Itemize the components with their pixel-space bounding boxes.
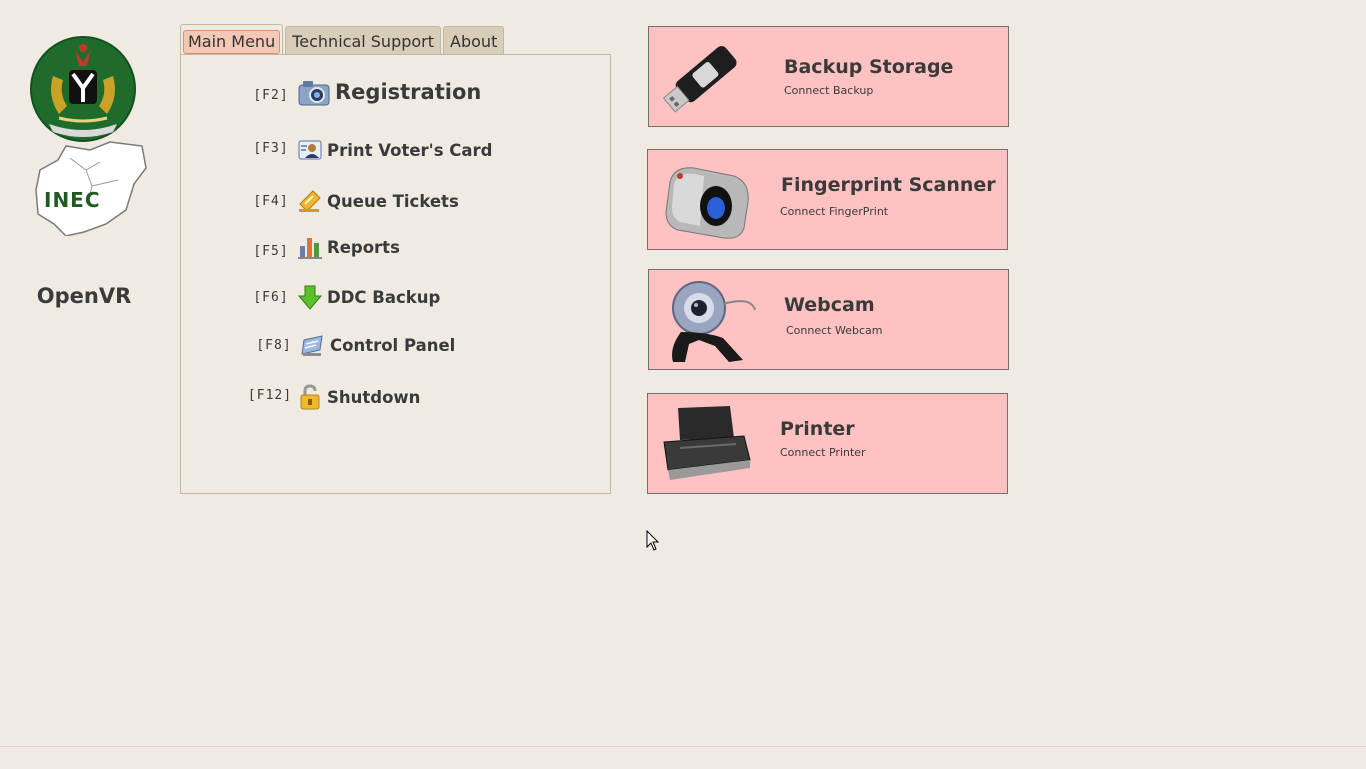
camera-icon bbox=[297, 77, 331, 107]
menu-item-registration[interactable]: [F2] Registration bbox=[249, 77, 481, 107]
app-name: OpenVR bbox=[36, 284, 132, 308]
card-subtitle: Connect FingerPrint bbox=[780, 205, 889, 218]
status-bar bbox=[0, 746, 1366, 769]
menu-item-control-panel[interactable]: [F8] Control Panel bbox=[252, 332, 455, 358]
tab-bar: Main Menu Technical Support About bbox=[180, 24, 505, 55]
backup-storage-card[interactable]: Backup Storage Connect Backup bbox=[648, 26, 1009, 127]
shortcut-key: [F3] bbox=[253, 140, 289, 156]
webcam-icon bbox=[672, 281, 756, 362]
id-card-icon bbox=[297, 137, 323, 163]
download-arrow-icon bbox=[297, 284, 323, 310]
usb-drive-icon bbox=[662, 46, 737, 113]
menu-label: Print Voter's Card bbox=[327, 140, 493, 160]
shortcut-key: [F4] bbox=[253, 193, 289, 209]
card-subtitle: Connect Webcam bbox=[786, 324, 883, 337]
card-title: Fingerprint Scanner bbox=[781, 174, 996, 196]
menu-label: DDC Backup bbox=[327, 287, 441, 307]
ticket-icon bbox=[297, 188, 323, 214]
tab-about[interactable]: About bbox=[443, 26, 505, 55]
webcam-card[interactable]: Webcam Connect Webcam bbox=[648, 269, 1009, 370]
tab-label: Technical Support bbox=[292, 32, 435, 51]
card-title: Printer bbox=[780, 418, 855, 440]
bar-chart-icon bbox=[297, 234, 323, 260]
padlock-icon bbox=[297, 384, 323, 410]
inec-logo-text: INEC bbox=[44, 188, 101, 212]
inec-map-logo: INEC bbox=[30, 140, 148, 236]
shortcut-key: [F2] bbox=[253, 87, 289, 103]
shortcut-key: [F12] bbox=[247, 387, 293, 403]
shortcut-key: [F8] bbox=[256, 337, 292, 353]
card-title: Backup Storage bbox=[784, 56, 954, 78]
fingerprint-scanner-card[interactable]: Fingerprint Scanner Connect FingerPrint bbox=[647, 149, 1008, 250]
menu-item-shutdown[interactable]: [F12] Shutdown bbox=[247, 384, 420, 410]
tab-main-menu[interactable]: Main Menu bbox=[180, 24, 284, 55]
menu-item-ddc-backup[interactable]: [F6] DDC Backup bbox=[249, 284, 440, 310]
printer-icon bbox=[663, 406, 751, 480]
menu-item-queue-tickets[interactable]: [F4] Queue Tickets bbox=[249, 188, 459, 214]
menu-item-print-voters-card[interactable]: [F3] Print Voter's Card bbox=[249, 137, 493, 163]
mouse-cursor-icon bbox=[646, 530, 660, 551]
menu-label: Shutdown bbox=[327, 387, 421, 407]
printer-card[interactable]: Printer Connect Printer bbox=[647, 393, 1008, 494]
tab-label: About bbox=[450, 32, 498, 51]
card-subtitle: Connect Printer bbox=[780, 446, 866, 459]
coat-of-arms-logo bbox=[30, 36, 136, 142]
card-title: Webcam bbox=[784, 294, 875, 316]
shortcut-key: [F5] bbox=[253, 243, 289, 259]
control-panel-icon bbox=[300, 332, 326, 358]
tab-technical-support[interactable]: Technical Support bbox=[285, 26, 442, 55]
menu-label: Registration bbox=[335, 80, 482, 104]
fingerprint-scanner-icon bbox=[665, 167, 749, 239]
tab-label: Main Menu bbox=[183, 30, 281, 54]
card-subtitle: Connect Backup bbox=[784, 84, 874, 97]
main-menu-panel: [F2] Registration [F3] Print Voter's Car… bbox=[180, 54, 611, 494]
menu-item-reports[interactable]: [F5] Reports bbox=[249, 234, 400, 260]
menu-label: Control Panel bbox=[330, 335, 456, 355]
menu-label: Queue Tickets bbox=[327, 191, 459, 211]
menu-label: Reports bbox=[327, 237, 400, 257]
shortcut-key: [F6] bbox=[253, 289, 289, 305]
